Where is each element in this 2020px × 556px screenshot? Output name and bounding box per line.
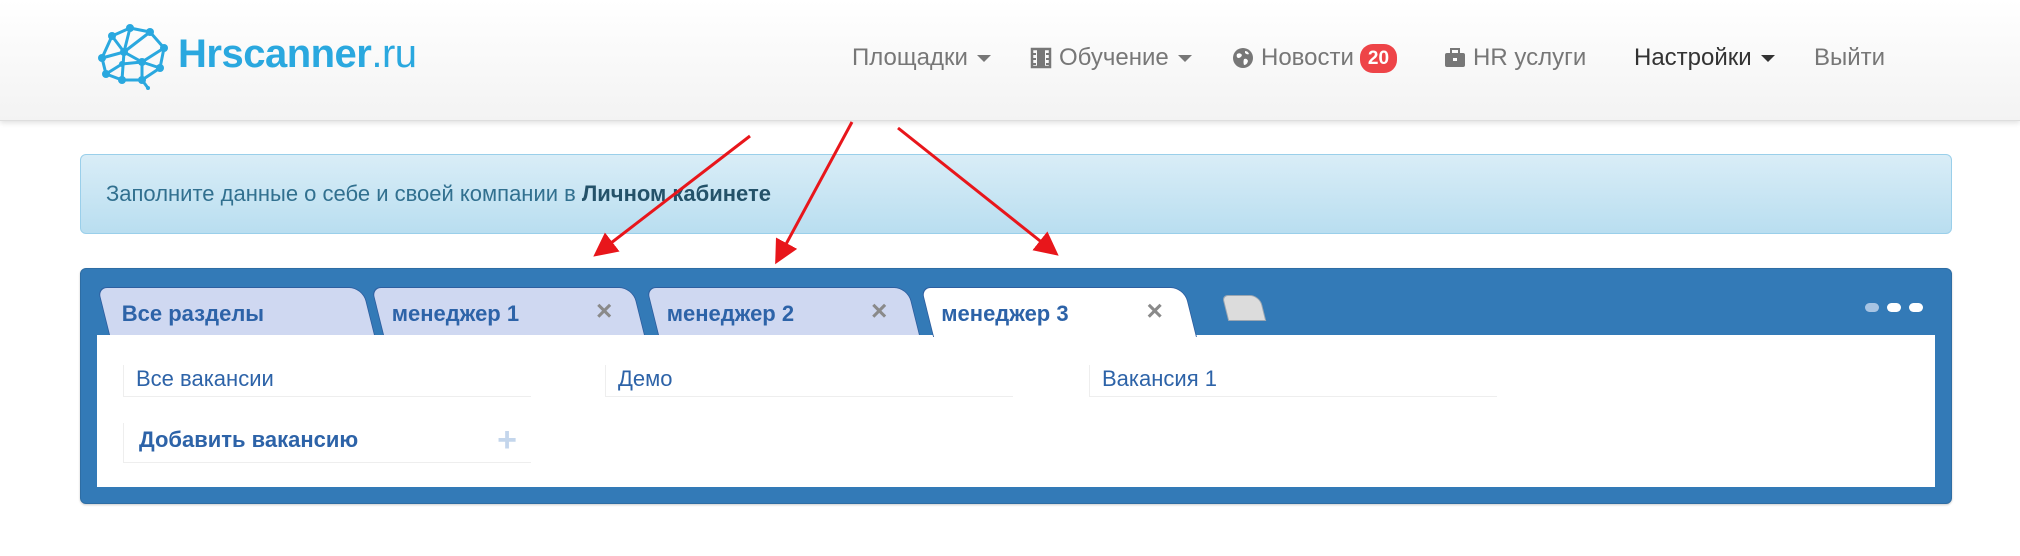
brand-logo-link[interactable]: Hrscanner.ru xyxy=(92,18,417,90)
tab-label: менеджер 2 xyxy=(666,301,795,326)
close-icon[interactable]: × xyxy=(1147,295,1163,326)
nav-news-link[interactable]: Новости 20 xyxy=(1232,36,1398,80)
tab-manager-2[interactable]: менеджер 2 × xyxy=(646,287,920,335)
caret-down-icon xyxy=(976,54,991,62)
tab-label: менеджер 3 xyxy=(941,301,1069,326)
tabs-panel: Все разделы менеджер 1 × менеджер 2 × ме… xyxy=(80,268,1952,504)
item-label: Демо xyxy=(618,366,673,391)
tab-label: менеджер 1 xyxy=(391,301,520,326)
brain-network-icon xyxy=(98,24,168,90)
nav-hr-services-label: HR услуги xyxy=(1473,44,1587,71)
brand-tld: .ru xyxy=(371,31,417,76)
nav-platforms-label: Площадки xyxy=(852,44,968,71)
news-count-badge: 20 xyxy=(1359,43,1398,73)
item-label: Добавить вакансию xyxy=(139,427,359,452)
tab-content: Все вакансии Добавить вакансию + Демо Ва… xyxy=(97,335,1935,487)
briefcase-icon xyxy=(1445,48,1465,67)
demo-vacancy-link[interactable]: Демо xyxy=(605,365,1013,397)
control-dot[interactable] xyxy=(1909,303,1923,312)
all-vacancies-link[interactable]: Все вакансии xyxy=(123,365,531,397)
globe-icon xyxy=(1233,48,1253,68)
alert-text: Заполните данные о себе и своей компании… xyxy=(106,181,576,206)
tab-all-sections[interactable]: Все разделы xyxy=(97,287,375,335)
item-label: Вакансия 1 xyxy=(1102,366,1217,391)
brand-name: Hrscanner xyxy=(178,31,372,76)
personal-cabinet-link[interactable]: Личном кабинете xyxy=(582,181,771,207)
new-tab-button[interactable] xyxy=(1221,295,1267,321)
close-icon[interactable]: × xyxy=(596,295,612,326)
plus-icon: + xyxy=(497,421,517,459)
nav-logout-label: Выйти xyxy=(1814,44,1886,71)
tab-label: Все разделы xyxy=(121,301,265,326)
panel-window-controls xyxy=(1865,303,1923,312)
control-dot[interactable] xyxy=(1887,303,1901,312)
caret-down-icon xyxy=(1177,54,1192,62)
profile-alert: Заполните данные о себе и своей компании… xyxy=(80,154,1952,234)
nav-settings-dropdown[interactable]: Настройки xyxy=(1634,36,1775,80)
nav-platforms-dropdown[interactable]: Площадки xyxy=(852,36,991,80)
top-navbar: Hrscanner.ru Площадки Обучение Новости 2… xyxy=(0,0,2020,121)
brand-text: Hrscanner.ru xyxy=(178,32,417,77)
item-label: Все вакансии xyxy=(136,366,274,391)
add-vacancy-button[interactable]: Добавить вакансию + xyxy=(123,421,531,463)
tab-manager-1[interactable]: менеджер 1 × xyxy=(371,287,645,335)
tab-manager-3[interactable]: менеджер 3 × xyxy=(920,287,1197,337)
nav-news-label: Новости xyxy=(1261,44,1354,71)
film-icon xyxy=(1030,47,1052,69)
vacancy-1-link[interactable]: Вакансия 1 xyxy=(1089,365,1497,397)
nav-learning-label: Обучение xyxy=(1059,44,1169,71)
nav-settings-label: Настройки xyxy=(1634,44,1752,71)
caret-down-icon xyxy=(1760,54,1775,62)
control-dot[interactable] xyxy=(1865,303,1879,312)
nav-logout-link[interactable]: Выйти xyxy=(1814,36,1885,80)
nav-hr-services-link[interactable]: HR услуги xyxy=(1444,36,1586,80)
close-icon[interactable]: × xyxy=(871,295,887,326)
nav-learning-dropdown[interactable]: Обучение xyxy=(1030,36,1192,80)
